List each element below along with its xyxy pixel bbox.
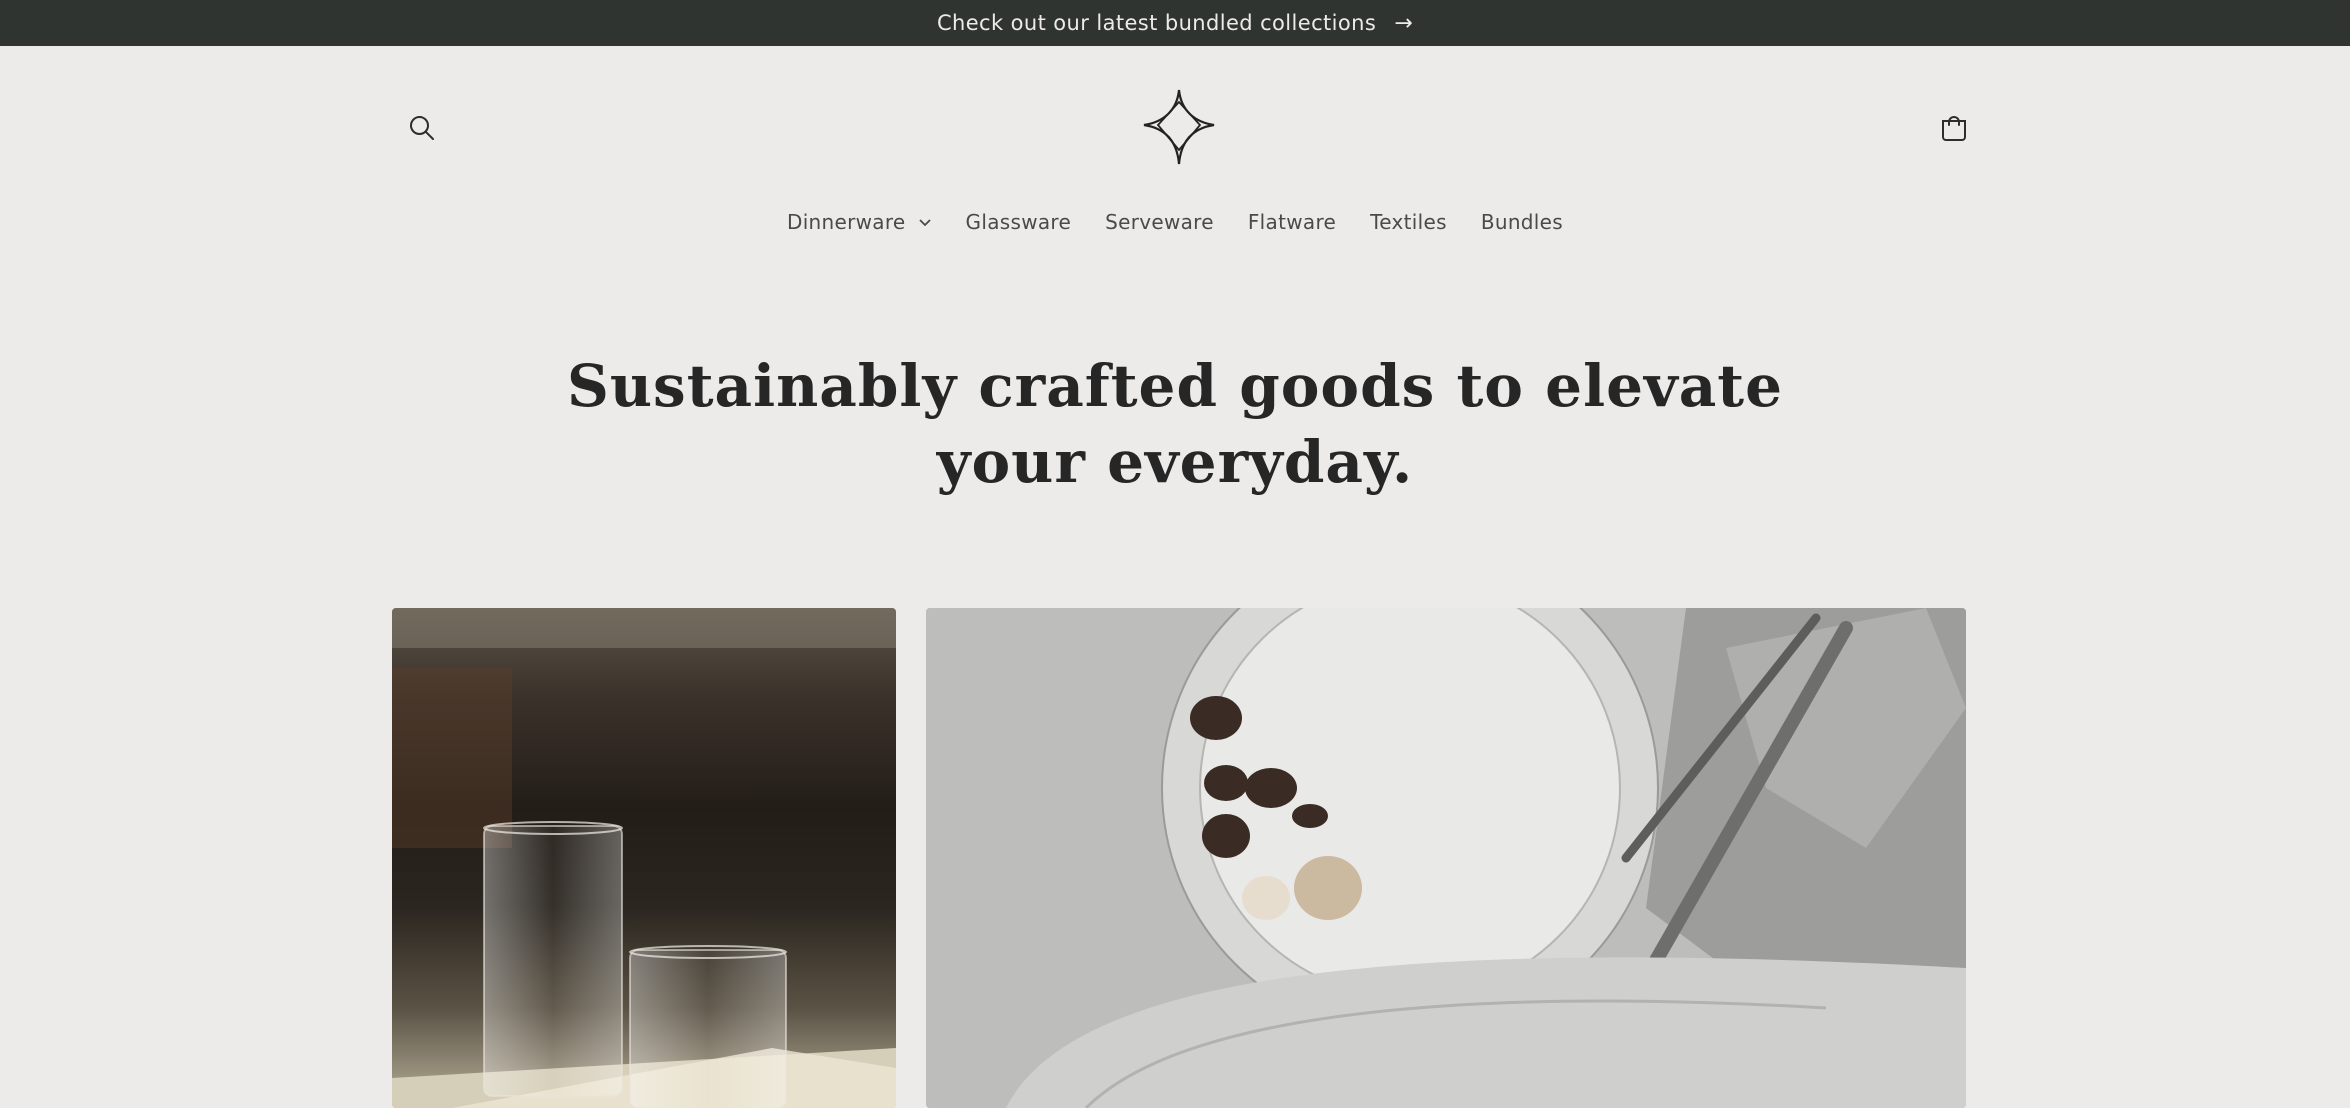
hero-heading-line-2: your everyday.	[936, 428, 1414, 496]
nav-item-label: Serveware	[1105, 210, 1214, 234]
arrow-right-icon: →	[1394, 10, 1414, 36]
tall-glass	[483, 821, 623, 1097]
announcement-text: Check out our latest bundled collections	[936, 11, 1377, 35]
shopping-bag-icon	[1942, 116, 1966, 141]
nav-item-bundles[interactable]: Bundles	[1481, 210, 1563, 234]
announcement-bar: Check out our latest bundled collections…	[0, 0, 2350, 46]
glassware-photo	[392, 608, 896, 1108]
site-header: Dinnerware Glassware Serveware Flatware …	[0, 46, 2350, 256]
short-glass	[629, 945, 787, 1108]
nav-item-textiles[interactable]: Textiles	[1370, 210, 1447, 234]
nav-item-label: Textiles	[1370, 210, 1447, 234]
search-icon	[410, 116, 434, 140]
four-point-star-logo-icon	[1143, 89, 1215, 165]
hero-heading: Sustainably crafted goods to elevate you…	[0, 348, 2350, 500]
cart-button[interactable]	[1936, 110, 1972, 146]
nav-item-glassware[interactable]: Glassware	[966, 210, 1072, 234]
nav-item-label: Dinnerware	[787, 210, 906, 234]
store-logo[interactable]	[1142, 88, 1216, 166]
main-navigation: Dinnerware Glassware Serveware Flatware …	[0, 210, 2350, 234]
collection-card-glassware[interactable]	[392, 608, 896, 1108]
nav-item-label: Bundles	[1480, 210, 1563, 234]
nav-item-dinnerware[interactable]: Dinnerware	[787, 210, 932, 234]
nav-item-serveware[interactable]: Serveware	[1105, 210, 1214, 234]
nav-item-label: Flatware	[1247, 210, 1337, 234]
collection-card-dinnerware[interactable]	[926, 608, 1966, 1108]
nav-item-flatware[interactable]: Flatware	[1248, 210, 1336, 234]
search-button[interactable]	[404, 110, 440, 146]
dinnerware-photo	[926, 608, 1966, 1108]
hero-heading-line-1: Sustainably crafted goods to elevate	[567, 352, 1783, 420]
announcement-link[interactable]: Check out our latest bundled collections…	[937, 11, 1413, 36]
chevron-down-icon	[918, 219, 931, 227]
nav-item-label: Glassware	[965, 210, 1072, 234]
